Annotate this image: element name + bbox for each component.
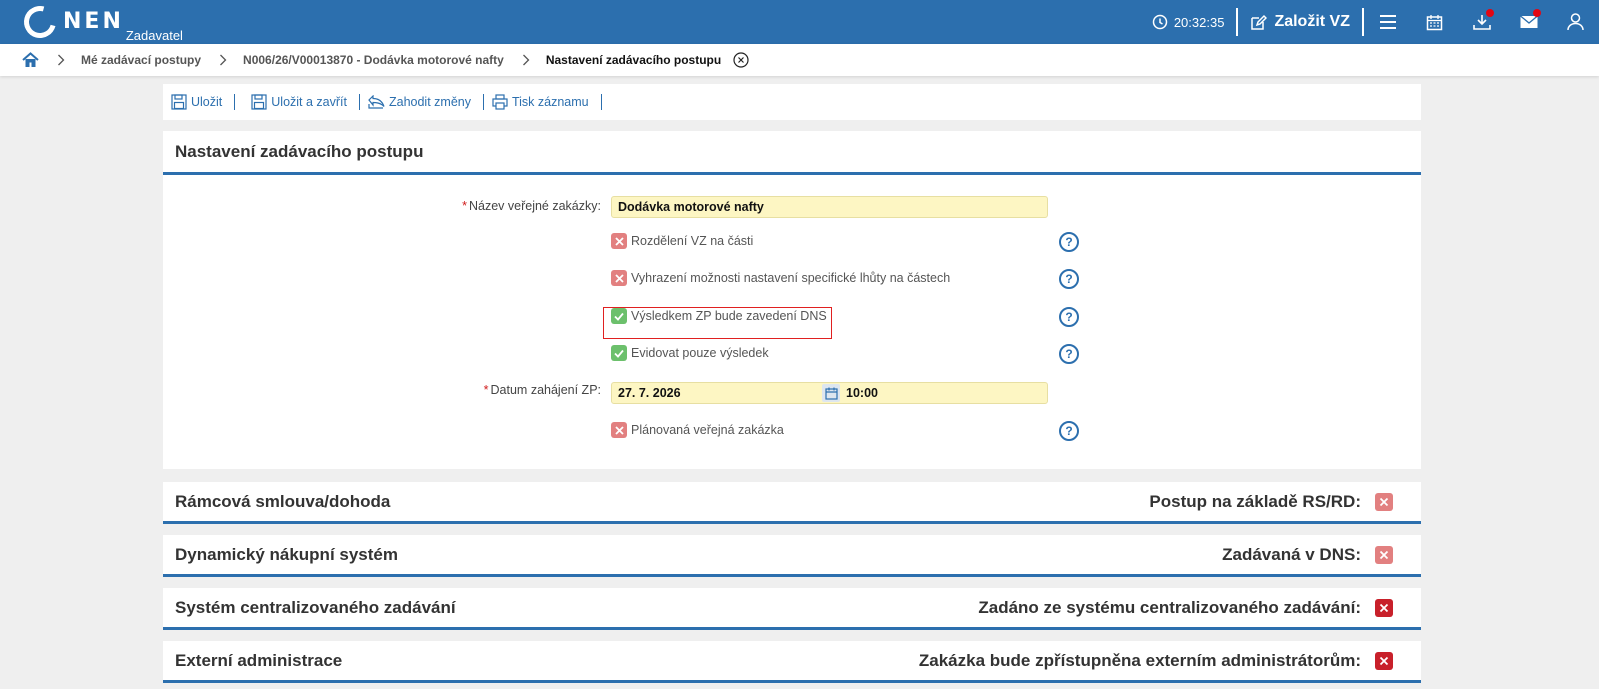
close-circle-icon [733,52,749,68]
checkbox-planned[interactable]: Plánovaná veřejná zakázka [611,422,784,438]
settings-form-card: Nastavení zadávacího postupu * Název veře… [163,131,1421,469]
home-button[interactable] [22,52,39,68]
date-input[interactable]: 27. 7. 2026 [612,386,822,400]
save-label: Uložit [191,95,223,109]
session-clock: 20:32:35 [1152,14,1237,30]
unchecked-icon [1375,492,1393,511]
required-mark: * [483,383,489,397]
undo-icon [368,95,385,109]
checkbox-dns-result[interactable]: Výsledkem ZP bude zavedení DNS [611,308,827,324]
required-mark: * [462,199,467,213]
calendar-icon [1426,14,1443,30]
clock-time: 20:32:35 [1173,14,1225,30]
breadcrumb: Mé zadávací postupy N006/26/V00013870 - … [0,44,1599,76]
checkbox-label: Rozdělení VZ na části [631,234,754,248]
user-button[interactable] [1552,0,1599,44]
breadcrumb-procedure[interactable]: N006/26/V00013870 - Dodávka motorové naf… [243,53,504,67]
nen-logo[interactable]: NEN Zadavatel [18,0,183,44]
menu-button[interactable] [1364,0,1411,44]
print-label: Tisk záznamu [511,95,589,109]
section-status-label: Zadáno ze systému centralizovaného zadáv… [978,597,1361,617]
save-button[interactable]: Uložit [163,94,234,110]
breadcrumb-current: Nastavení zadávacího postupu [545,53,722,67]
unchecked-icon [1375,598,1393,617]
unchecked-icon [611,422,627,438]
unchecked-icon [1375,651,1393,670]
breadcrumb-my-procedures[interactable]: Mé zadávací postupy [81,53,201,67]
checkbox-label: Plánovaná veřejná zakázka [631,423,784,437]
section-framework-agreement[interactable]: Rámcová smlouva/dohoda Postup na základě… [163,482,1421,524]
section-status: Postup na základě RS/RD: [1149,492,1393,512]
calendar-icon [824,387,838,400]
notification-dot [1486,9,1494,17]
section-centralized-procurement[interactable]: Systém centralizovaného zadávání Zadáno … [163,588,1421,630]
calendar-button[interactable] [1411,0,1458,44]
section-status-label: Zakázka bude zpřístupněna externím admin… [918,650,1361,670]
user-icon [1567,13,1584,31]
section-status-label: Zadávaná v DNS: [1222,544,1361,564]
chevron-right-icon [522,54,530,66]
section-title: Dynamický nákupní systém [175,544,398,564]
section-title: Externí administrace [175,650,343,670]
mail-button[interactable] [1505,0,1552,44]
form-title: Nastavení zadávacího postupu [163,131,1421,175]
save-close-icon [251,94,267,110]
checked-icon [611,308,627,324]
close-tab-button[interactable] [733,52,749,68]
section-status-label: Postup na základě RS/RD: [1149,491,1361,511]
action-toolbar: Uložit Uložit a zavřít Zahodit změny Tis… [163,84,1421,120]
unchecked-icon [611,233,627,249]
logo-subtitle: Zadavatel [125,28,183,43]
mail-icon [1519,15,1538,28]
checkbox-split-parts[interactable]: Rozdělení VZ na části [611,233,753,249]
print-icon [492,94,508,110]
section-title: Systém centralizovaného zadávání [175,597,456,617]
download-button[interactable] [1458,0,1505,44]
top-bar: NEN Zadavatel 20:32:35 Založit VZ [0,0,1599,44]
start-date-field: 27. 7. 2026 10:00 [611,382,1048,404]
checked-icon [611,345,627,361]
help-icon[interactable]: ? [1059,232,1079,252]
checkbox-specific-deadline[interactable]: Vyhrazení možnosti nastavení specifické … [611,270,950,286]
name-label: * Název veřejné zakázky: [462,199,601,213]
section-external-administration[interactable]: Externí administrace Zakázka bude zpříst… [163,641,1421,683]
checkbox-label: Vyhrazení možnosti nastavení specifické … [631,271,951,285]
checkbox-label: Evidovat pouze výsledek [631,346,769,360]
help-icon[interactable]: ? [1059,421,1079,441]
create-vz-label: Založit VZ [1274,13,1350,30]
chevron-right-icon [57,54,65,66]
logo-text: NEN [63,9,124,34]
clock-icon [1152,14,1168,30]
chevron-right-icon [219,54,227,66]
unchecked-icon [1375,545,1393,564]
checkbox-label: Výsledkem ZP bude zavedení DNS [631,309,827,323]
create-vz-button[interactable]: Založit VZ [1238,13,1362,31]
menu-icon [1379,15,1396,29]
discard-label: Zahodit změny [388,95,471,109]
edit-icon [1251,14,1268,30]
date-picker-button[interactable] [822,384,840,402]
procurement-name-input[interactable]: Dodávka motorové nafty [611,196,1048,218]
notification-dot [1533,9,1541,17]
date-label: * Datum zahájení ZP: [483,383,601,397]
time-input[interactable]: 10:00 [844,386,878,400]
help-icon[interactable]: ? [1059,344,1079,364]
home-icon [22,52,39,67]
unchecked-icon [611,270,627,286]
section-status: Zakázka bude zpřístupněna externím admin… [919,651,1393,671]
section-title: Rámcová smlouva/dohoda [175,491,391,511]
print-button[interactable]: Tisk záznamu [484,94,601,110]
discard-button[interactable]: Zahodit změny [360,95,483,109]
checkbox-result-only[interactable]: Evidovat pouze výsledek [611,345,769,361]
toolbar-divider [600,94,602,110]
section-dynamic-purchasing[interactable]: Dynamický nákupní systém Zadávaná v DNS: [163,535,1421,577]
help-icon[interactable]: ? [1059,307,1079,327]
save-close-button[interactable]: Uložit a zavřít [235,94,359,110]
section-status: Zadáno ze systému centralizovaného zadáv… [978,598,1393,618]
save-icon [171,94,187,110]
save-close-label: Uložit a zavřít [271,95,347,109]
section-status: Zadávaná v DNS: [1222,545,1393,565]
logo-circle-icon [18,0,62,44]
help-icon[interactable]: ? [1059,269,1079,289]
